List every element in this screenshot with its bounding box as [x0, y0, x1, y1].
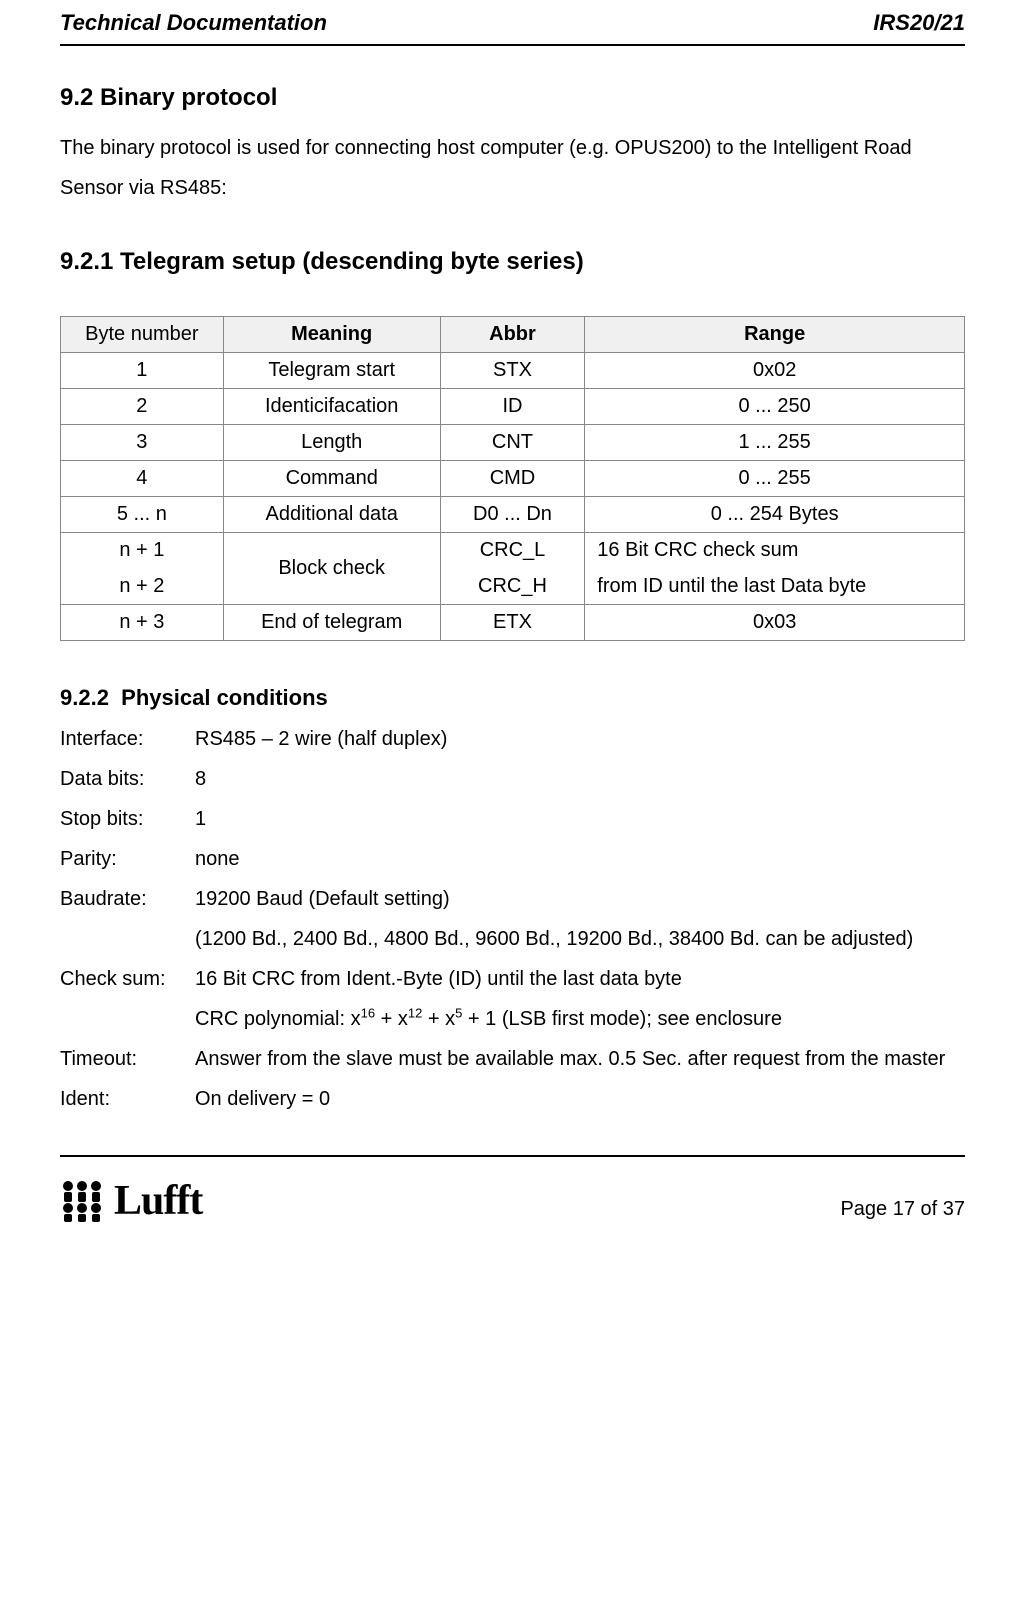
- heading-number: 9.2.2: [60, 685, 109, 710]
- cell-meaning: Additional data: [223, 497, 440, 533]
- def-value: 1: [195, 799, 965, 839]
- table-row: 2 Identicifacation ID 0 ... 250: [61, 389, 965, 425]
- def-value-poly-part: + 1 (LSB first mode); see enclosure: [462, 1008, 782, 1030]
- cell-range: 0 ... 254 Bytes: [585, 497, 965, 533]
- cell-byte: n + 1: [61, 533, 224, 569]
- cell-abbr: CRC_H: [440, 569, 585, 605]
- cell-meaning: Block check: [223, 533, 440, 605]
- def-value: 8: [195, 759, 965, 799]
- cell-abbr: CMD: [440, 461, 585, 497]
- def-value-sup: 16: [361, 1005, 375, 1020]
- def-label: Interface:: [60, 719, 195, 759]
- header-bar: Technical Documentation IRS20/21: [60, 10, 965, 46]
- def-value-poly-part: + x: [422, 1008, 455, 1030]
- intro-paragraph: The binary protocol is used for connecti…: [60, 128, 965, 208]
- cell-byte: 3: [61, 425, 224, 461]
- cell-meaning: Command: [223, 461, 440, 497]
- cell-range: 0 ... 250: [585, 389, 965, 425]
- cell-range: 0 ... 255: [585, 461, 965, 497]
- th-abbr: Abbr: [440, 317, 585, 353]
- header-left: Technical Documentation: [60, 10, 327, 36]
- cell-range: 0x03: [585, 605, 965, 641]
- logo: Lufft: [60, 1177, 202, 1225]
- cell-meaning: Identicifacation: [223, 389, 440, 425]
- telegram-table: Byte number Meaning Abbr Range 1 Telegra…: [60, 316, 965, 641]
- header-right: IRS20/21: [873, 10, 965, 36]
- def-value-poly-part: CRC polynomial: x: [195, 1008, 361, 1030]
- cell-byte: 1: [61, 353, 224, 389]
- table-row: 3 Length CNT 1 ... 255: [61, 425, 965, 461]
- def-label: Timeout:: [60, 1039, 195, 1079]
- def-value-poly-part: + x: [375, 1008, 408, 1030]
- def-label: Data bits:: [60, 759, 195, 799]
- cell-range: 1 ... 255: [585, 425, 965, 461]
- cell-abbr: STX: [440, 353, 585, 389]
- def-label: Baudrate:: [60, 879, 195, 959]
- definitions-list: Interface: RS485 – 2 wire (half duplex) …: [60, 719, 965, 1119]
- cell-byte: 2: [61, 389, 224, 425]
- table-row: 5 ... n Additional data D0 ... Dn 0 ... …: [61, 497, 965, 533]
- th-range: Range: [585, 317, 965, 353]
- def-value: none: [195, 839, 965, 879]
- def-value-sup: 12: [408, 1005, 422, 1020]
- cell-meaning: Length: [223, 425, 440, 461]
- table-row: n + 1 Block check CRC_L 16 Bit CRC check…: [61, 533, 965, 569]
- cell-byte: n + 3: [61, 605, 224, 641]
- heading-subtitle: Physical conditions: [121, 685, 328, 710]
- def-row-baudrate: Baudrate: 19200 Baud (Default setting) (…: [60, 879, 965, 959]
- cell-byte: n + 2: [61, 569, 224, 605]
- table-row: n + 2 CRC_H from ID until the last Data …: [61, 569, 965, 605]
- def-label: Ident:: [60, 1079, 195, 1119]
- heading-9-2: 9.2 Binary protocol: [60, 84, 965, 112]
- def-value: Answer from the slave must be available …: [195, 1039, 965, 1079]
- cell-abbr: D0 ... Dn: [440, 497, 585, 533]
- def-row-checksum: Check sum: 16 Bit CRC from Ident.-Byte (…: [60, 959, 965, 1039]
- heading-9-2-2: 9.2.2 Physical conditions: [60, 685, 965, 711]
- table-row: 4 Command CMD 0 ... 255: [61, 461, 965, 497]
- def-row-databits: Data bits: 8: [60, 759, 965, 799]
- cell-range: 16 Bit CRC check sum: [585, 533, 965, 569]
- def-value-line2: (1200 Bd., 2400 Bd., 4800 Bd., 9600 Bd.,…: [195, 928, 913, 950]
- def-label: Stop bits:: [60, 799, 195, 839]
- cell-meaning: End of telegram: [223, 605, 440, 641]
- def-value-line1: 16 Bit CRC from Ident.-Byte (ID) until t…: [195, 968, 682, 990]
- table-header-row: Byte number Meaning Abbr Range: [61, 317, 965, 353]
- def-label: Parity:: [60, 839, 195, 879]
- logo-text: Lufft: [114, 1177, 202, 1225]
- table-row: n + 3 End of telegram ETX 0x03: [61, 605, 965, 641]
- th-meaning: Meaning: [223, 317, 440, 353]
- th-byte-number: Byte number: [61, 317, 224, 353]
- cell-meaning: Telegram start: [223, 353, 440, 389]
- def-value: On delivery = 0: [195, 1079, 965, 1119]
- lufft-logo-icon: [60, 1180, 106, 1222]
- cell-abbr: CNT: [440, 425, 585, 461]
- page-container: Technical Documentation IRS20/21 9.2 Bin…: [0, 0, 1025, 1265]
- page-number: Page 17 of 37: [840, 1198, 965, 1225]
- cell-range: 0x02: [585, 353, 965, 389]
- cell-byte: 5 ... n: [61, 497, 224, 533]
- def-row-interface: Interface: RS485 – 2 wire (half duplex): [60, 719, 965, 759]
- cell-abbr: ETX: [440, 605, 585, 641]
- cell-byte: 4: [61, 461, 224, 497]
- table-row: 1 Telegram start STX 0x02: [61, 353, 965, 389]
- def-row-timeout: Timeout: Answer from the slave must be a…: [60, 1039, 965, 1079]
- def-value: 16 Bit CRC from Ident.-Byte (ID) until t…: [195, 959, 965, 1039]
- def-row-parity: Parity: none: [60, 839, 965, 879]
- def-value: 19200 Baud (Default setting) (1200 Bd., …: [195, 879, 965, 959]
- cell-abbr: ID: [440, 389, 585, 425]
- cell-range: from ID until the last Data byte: [585, 569, 965, 605]
- def-value: RS485 – 2 wire (half duplex): [195, 719, 965, 759]
- heading-9-2-1: 9.2.1 Telegram setup (descending byte se…: [60, 248, 965, 276]
- page-footer: Lufft Page 17 of 37: [60, 1155, 965, 1225]
- cell-abbr: CRC_L: [440, 533, 585, 569]
- def-row-stopbits: Stop bits: 1: [60, 799, 965, 839]
- def-value-line1: 19200 Baud (Default setting): [195, 888, 450, 910]
- def-label: Check sum:: [60, 959, 195, 1039]
- def-row-ident: Ident: On delivery = 0: [60, 1079, 965, 1119]
